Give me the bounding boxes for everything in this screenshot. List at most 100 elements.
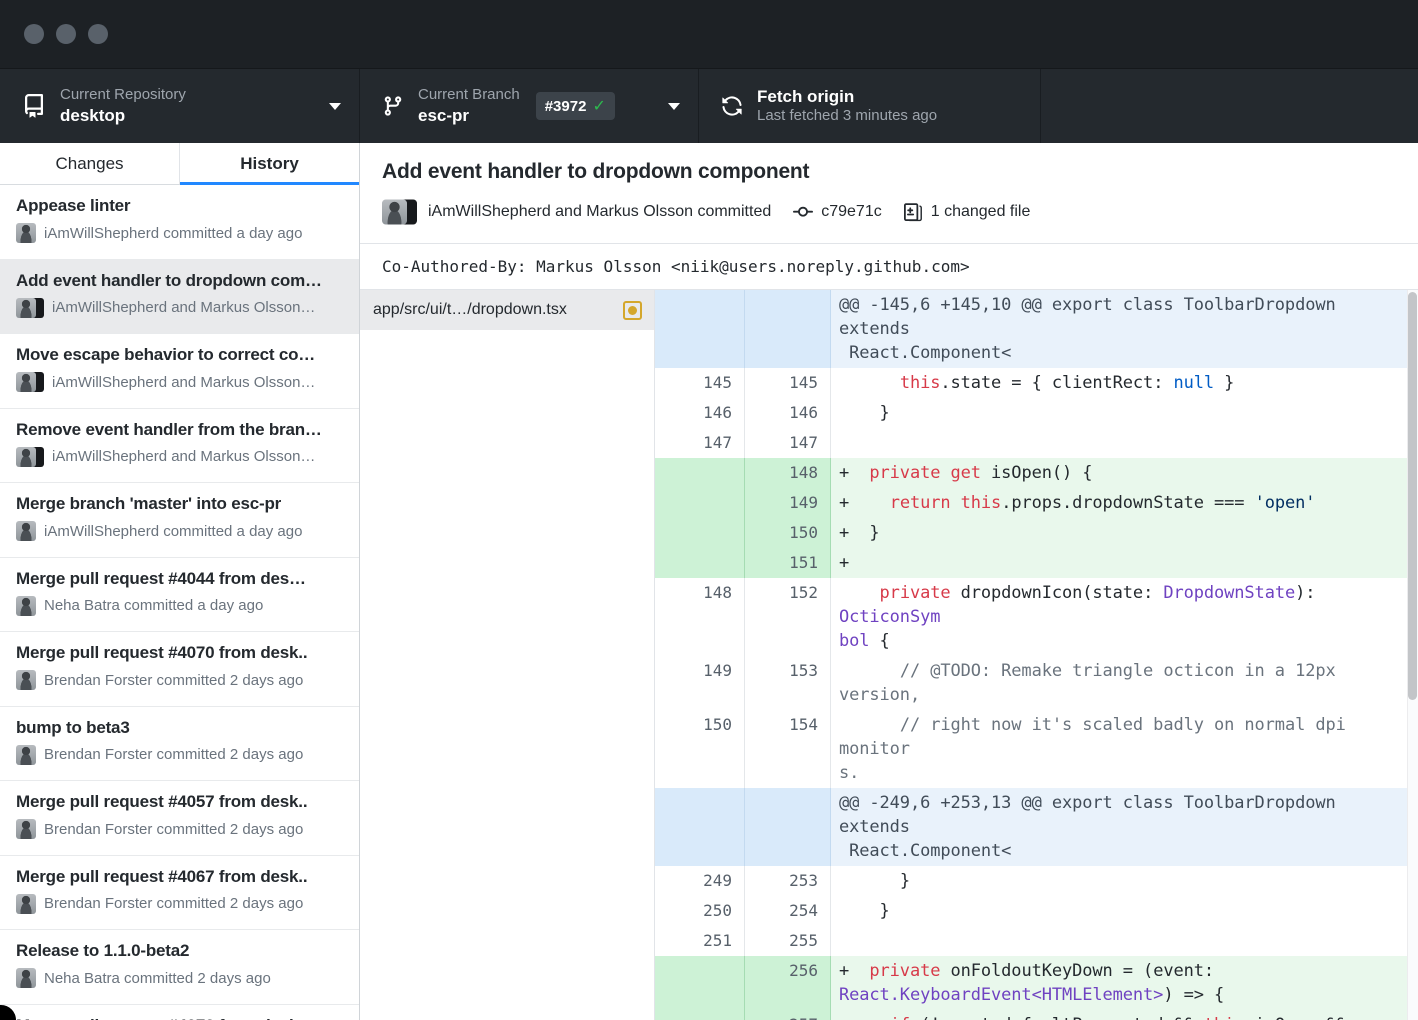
avatar: [16, 819, 36, 839]
diff-hunk-header: @@ -145,6 +145,10 @@ export class Toolba…: [655, 290, 1418, 368]
commit-list-item[interactable]: Merge pull request #4070 from desk..Bren…: [0, 632, 359, 707]
commit-item-meta: iAmWillShepherd committed a day ago: [16, 521, 345, 541]
old-line-number: [655, 290, 745, 368]
avatar: [16, 298, 44, 318]
diff-view: @@ -145,6 +145,10 @@ export class Toolba…: [655, 290, 1418, 1020]
close-button[interactable]: [24, 24, 44, 44]
commit-item-title: Merge pull request #4044 from des…: [16, 569, 345, 589]
new-line-number: 151: [745, 548, 831, 578]
diff-line: 149+ return this.props.dropdownState ===…: [655, 488, 1418, 518]
old-line-number: [655, 518, 745, 548]
diff-code-text: // @TODO: Remake triangle octicon in a 1…: [831, 656, 1418, 710]
new-line-number: 147: [745, 428, 831, 458]
avatar: [16, 894, 36, 914]
commit-list-item[interactable]: Merge branch 'master' into esc-priAmWill…: [0, 483, 359, 558]
titlebar: [0, 0, 1418, 68]
fetch-subtitle: Last fetched 3 minutes ago: [757, 107, 937, 126]
avatar: [16, 745, 36, 765]
commit-authors: iAmWillShepherd and Markus Olsson commit…: [428, 203, 771, 221]
diff-scrollbar[interactable]: [1407, 290, 1418, 1020]
commit-list-item[interactable]: Add event handler to dropdown com…iAmWil…: [0, 260, 359, 335]
avatar: [16, 223, 36, 243]
commit-authors-avatar: [382, 199, 417, 224]
new-line-number: 154: [745, 710, 831, 788]
current-repository-button[interactable]: Current Repository desktop: [0, 69, 360, 143]
old-line-number: 148: [655, 578, 745, 656]
commit-list-item[interactable]: Release to 1.1.0-beta2Neha Batra committ…: [0, 930, 359, 1005]
commit-item-meta: Neha Batra committed 2 days ago: [16, 968, 345, 988]
changed-files-panel: app/src/ui/t…/dropdown.tsx: [360, 290, 655, 1020]
repo-icon: [22, 94, 46, 118]
diff-code-text: @@ -145,6 +145,10 @@ export class Toolba…: [831, 290, 1418, 368]
diff-code-text: @@ -249,6 +253,13 @@ export class Toolba…: [831, 788, 1418, 866]
new-line-number: 145: [745, 368, 831, 398]
new-line-number: 152: [745, 578, 831, 656]
commit-item-meta: iAmWillShepherd and Markus Olsson…: [16, 372, 345, 392]
toolbar: Current Repository desktop Current Branc…: [0, 68, 1418, 143]
old-line-number: 149: [655, 656, 745, 710]
old-line-number: [655, 956, 745, 1010]
file-path: app/src/ui/t…/dropdown.tsx: [373, 301, 623, 319]
new-line-number: 255: [745, 926, 831, 956]
ci-check-icon: ✓: [592, 96, 605, 116]
diff-line: 249253 }: [655, 866, 1418, 896]
new-line-number: [745, 788, 831, 866]
commit-item-title: Move escape behavior to correct co…: [16, 345, 345, 365]
avatar: [16, 372, 44, 392]
sidebar-tabs: Changes History: [0, 143, 359, 185]
diff-line: 151+: [655, 548, 1418, 578]
diff-code-text: + if (!event.defaultPrevented && this.is…: [831, 1010, 1418, 1020]
diff-code-text: + private get isOpen() {: [831, 458, 1418, 488]
diff-line: 145145 this.state = { clientRect: null }: [655, 368, 1418, 398]
diff-code-text: this.state = { clientRect: null }: [831, 368, 1418, 398]
diff-code-text: }: [831, 896, 1418, 926]
diff-line: 147147: [655, 428, 1418, 458]
diff-line: 146146 }: [655, 398, 1418, 428]
fetch-origin-button[interactable]: Fetch origin Last fetched 3 minutes ago: [699, 69, 1041, 143]
commit-list-item[interactable]: Merge pull request #4073 from desk..: [0, 1005, 359, 1020]
commit-item-meta: Brendan Forster committed 2 days ago: [16, 894, 345, 914]
minimize-button[interactable]: [56, 24, 76, 44]
tab-history[interactable]: History: [179, 143, 359, 184]
old-line-number: [655, 788, 745, 866]
diff-code-text: }: [831, 398, 1418, 428]
commit-hash: c79e71c: [821, 203, 882, 221]
commit-item-meta: iAmWillShepherd committed a day ago: [16, 223, 345, 243]
diff-code-text: + }: [831, 518, 1418, 548]
diff-hunk-header: @@ -249,6 +253,13 @@ export class Toolba…: [655, 788, 1418, 866]
commit-list-item[interactable]: Remove event handler from the bran…iAmWi…: [0, 409, 359, 484]
commit-item-meta: Brendan Forster committed 2 days ago: [16, 670, 345, 690]
repository-name: desktop: [60, 105, 186, 126]
commit-item-title: Merge pull request #4067 from desk..: [16, 867, 345, 887]
commit-item-meta: iAmWillShepherd and Markus Olsson…: [16, 447, 345, 467]
new-line-number: 149: [745, 488, 831, 518]
old-line-number: 147: [655, 428, 745, 458]
commit-item-title: bump to beta3: [16, 718, 345, 738]
chevron-down-icon: [329, 103, 341, 110]
commit-list-item[interactable]: Merge pull request #4044 from des…Neha B…: [0, 558, 359, 633]
current-branch-button[interactable]: Current Branch esc-pr #3972 ✓: [360, 69, 699, 143]
commit-description: Co-Authored-By: Markus Olsson <niik@user…: [360, 243, 1418, 290]
commit-item-title: Merge pull request #4057 from desk..: [16, 792, 345, 812]
old-line-number: 150: [655, 710, 745, 788]
commit-list-item[interactable]: Appease linteriAmWillShepherd committed …: [0, 185, 359, 260]
diff-line: 250254 }: [655, 896, 1418, 926]
scrollbar-thumb[interactable]: [1408, 292, 1417, 700]
commit-list-item[interactable]: Merge pull request #4067 from desk.. Bren…: [0, 856, 359, 931]
pr-status-badge[interactable]: #3972 ✓: [536, 92, 615, 120]
maximize-button[interactable]: [88, 24, 108, 44]
diff-line: 256+ private onFoldoutKeyDown = (event: …: [655, 956, 1418, 1010]
old-line-number: [655, 458, 745, 488]
commit-item-meta: Brendan Forster committed 2 days ago: [16, 745, 345, 765]
tab-changes[interactable]: Changes: [0, 143, 179, 184]
chevron-down-icon: [668, 103, 680, 110]
file-list-item[interactable]: app/src/ui/t…/dropdown.tsx: [360, 290, 654, 330]
commit-detail-panel: Add event handler to dropdown component …: [360, 143, 1418, 1020]
diff-line: 148152 private dropdownIcon(state: Dropd…: [655, 578, 1418, 656]
old-line-number: [655, 1010, 745, 1020]
commit-list-item[interactable]: Move escape behavior to correct co… iAmWi…: [0, 334, 359, 409]
commit-list-item[interactable]: bump to beta3 Brendan Forster committed 2…: [0, 707, 359, 782]
commit-list-item[interactable]: Merge pull request #4057 from desk..Bren…: [0, 781, 359, 856]
old-line-number: 250: [655, 896, 745, 926]
diff-line: 148+ private get isOpen() {: [655, 458, 1418, 488]
